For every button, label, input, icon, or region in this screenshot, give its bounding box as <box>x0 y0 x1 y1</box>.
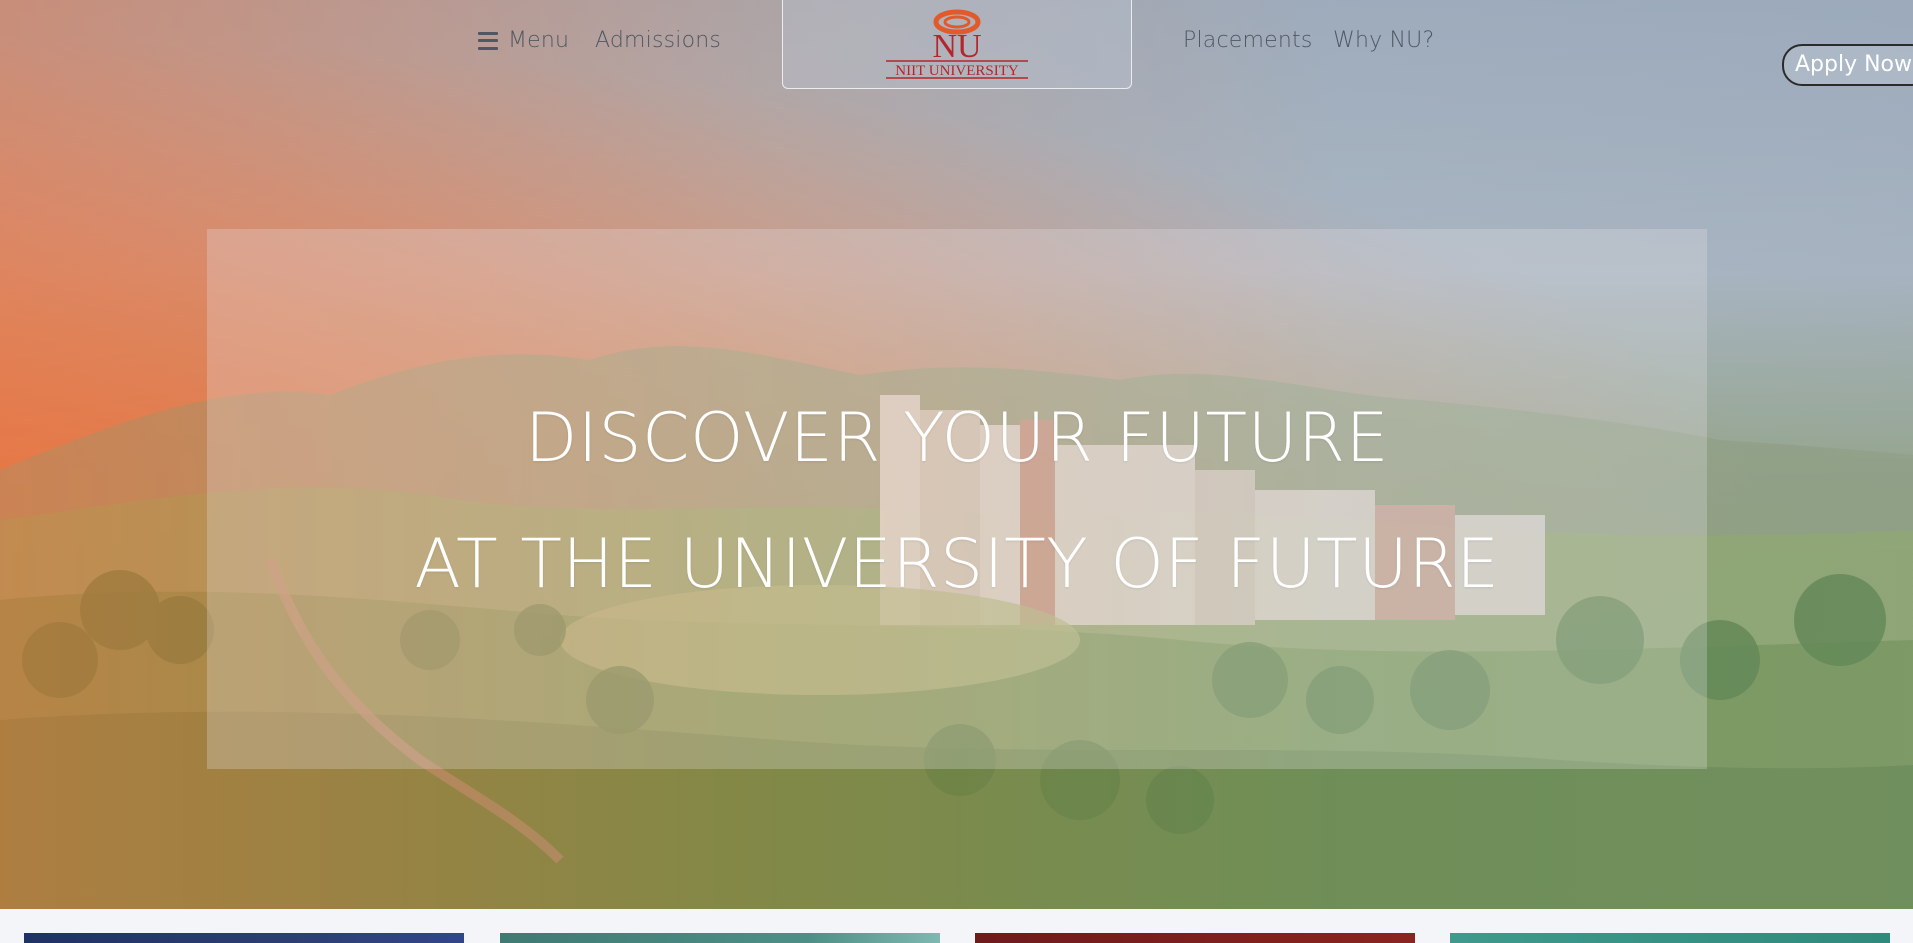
menu-label: Menu <box>508 28 570 53</box>
hero-headline-panel: DISCOVER YOUR FUTURE AT THE UNIVERSITY O… <box>207 229 1707 769</box>
feature-cards-strip <box>0 909 1913 943</box>
hero-headline-line-1: DISCOVER YOUR FUTURE <box>524 399 1390 478</box>
nav-link-admissions[interactable]: Admissions <box>595 28 721 53</box>
feature-card[interactable] <box>500 933 940 943</box>
nav-link-why-nu[interactable]: Why NU? <box>1333 28 1434 53</box>
feature-card[interactable] <box>975 933 1415 943</box>
logo-link[interactable]: NU NIIT UNIVERSITY <box>782 0 1132 89</box>
apply-now-button[interactable]: Apply Now <box>1782 44 1913 86</box>
feature-card[interactable] <box>24 933 464 943</box>
hamburger-icon <box>478 31 498 50</box>
logo-wordmark: NIIT UNIVERSITY <box>895 63 1019 79</box>
menu-button[interactable]: Menu <box>478 28 569 53</box>
niit-university-logo: NU NIIT UNIVERSITY <box>886 9 1028 79</box>
logo-monogram: NU <box>932 28 981 65</box>
hero-headline-line-2: AT THE UNIVERSITY OF FUTURE <box>414 525 1500 604</box>
nav-link-placements[interactable]: Placements <box>1183 28 1313 53</box>
feature-card[interactable] <box>1450 933 1890 943</box>
